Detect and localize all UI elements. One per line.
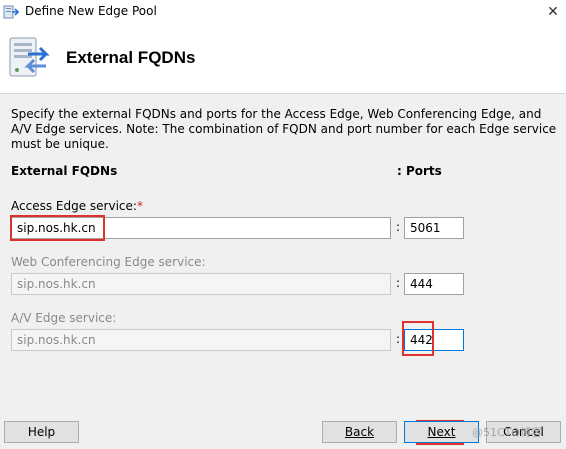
watermark: @51CTO博客 xyxy=(472,426,543,439)
web-conferencing-edge-fqdn-input[interactable]: sip.nos.hk.cn xyxy=(11,273,391,295)
av-edge-fqdn-input[interactable]: sip.nos.hk.cn xyxy=(11,329,391,351)
window-title: Define New Edge Pool xyxy=(25,4,157,18)
av-edge-port-input[interactable]: 442 xyxy=(404,329,464,351)
access-edge-port-input[interactable]: 5061 xyxy=(404,217,464,239)
back-button[interactable]: Back xyxy=(322,421,397,443)
next-button-label: Next xyxy=(427,425,456,439)
external-fqdns-heading: External FQDNs xyxy=(11,164,118,178)
next-button[interactable]: Next xyxy=(404,421,479,443)
help-button[interactable]: Help xyxy=(4,421,79,443)
access-edge-fqdn-input[interactable]: sip.nos.hk.cn xyxy=(11,217,391,239)
instructions-text: Specify the external FQDNs and ports for… xyxy=(11,107,557,151)
web-conferencing-edge-port-input[interactable]: 444 xyxy=(404,273,464,295)
wizard-header: External FQDNs xyxy=(0,24,566,94)
app-icon xyxy=(3,5,19,19)
required-marker: * xyxy=(136,199,143,213)
access-edge-label: Access Edge service:* xyxy=(11,199,143,213)
av-edge-separator: : xyxy=(396,332,401,346)
ports-heading: : Ports xyxy=(397,164,442,178)
title-bar: Define New Edge Pool ✕ xyxy=(0,0,566,24)
back-button-label: Back xyxy=(344,425,375,439)
av-edge-label: A/V Edge service: xyxy=(11,311,117,325)
edge-server-icon xyxy=(9,37,50,77)
web-conferencing-edge-separator: : xyxy=(396,276,401,290)
close-button[interactable]: ✕ xyxy=(540,0,566,24)
web-conferencing-edge-label: Web Conferencing Edge service: xyxy=(11,255,206,269)
page-title: External FQDNs xyxy=(66,48,196,67)
access-edge-separator: : xyxy=(396,220,401,234)
